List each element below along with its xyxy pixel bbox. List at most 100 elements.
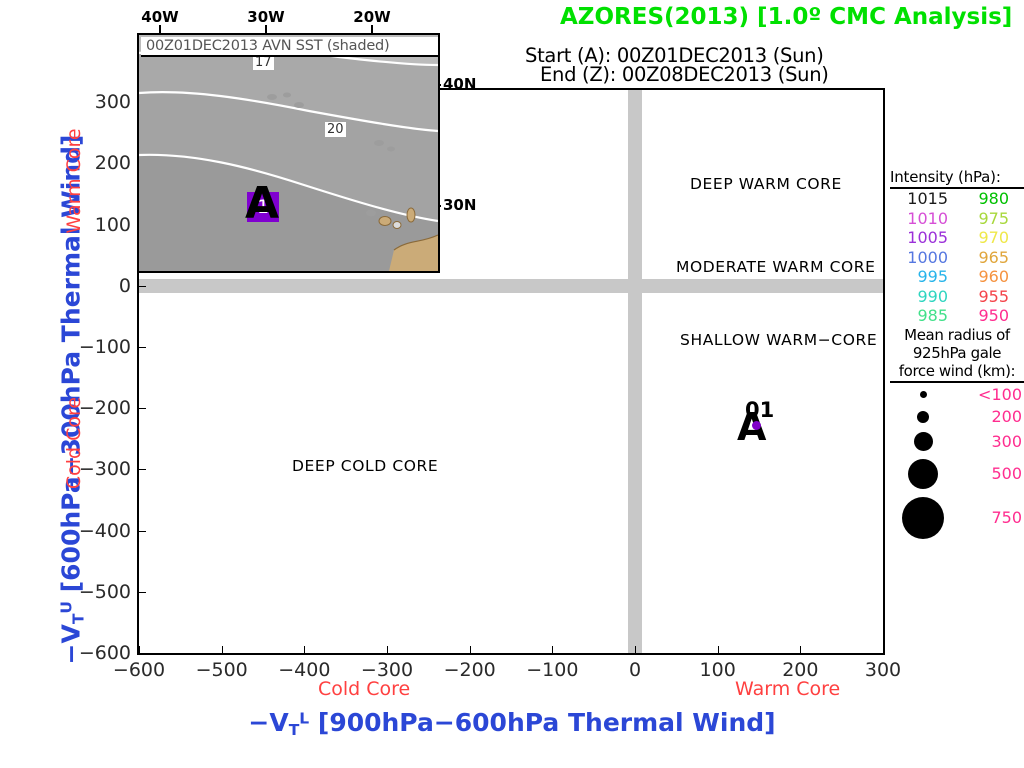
radius-legend-heading: Mean radius of 925hPa gale force wind (k… bbox=[890, 326, 1024, 383]
quadrant-label-1: MODERATE WARM CORE bbox=[676, 258, 876, 276]
radius-dot-cell bbox=[890, 407, 957, 427]
radius-label-300: 300 bbox=[991, 431, 1022, 451]
intensity-row: 985 950 bbox=[890, 306, 1024, 326]
x-tick--200 bbox=[469, 646, 471, 653]
radius-dot-<100 bbox=[919, 391, 927, 398]
intensity-row: 1005 970 bbox=[890, 228, 1024, 248]
x-tick-300 bbox=[883, 646, 884, 653]
radius-row: 200 bbox=[890, 407, 1024, 427]
radius-dot-cell bbox=[890, 494, 957, 542]
lon-tick-40w bbox=[159, 25, 161, 35]
y-tick-0 bbox=[139, 285, 146, 287]
radius-row: 500 bbox=[890, 456, 1024, 492]
intensity-row: 1015 980 bbox=[890, 189, 1024, 209]
radius-label-<100: <100 bbox=[978, 385, 1022, 404]
radius-row: 300 bbox=[890, 429, 1024, 454]
radius-dot-cell bbox=[890, 429, 957, 454]
radius-label-750: 750 bbox=[991, 508, 1022, 527]
intensity-value-960: 960 bbox=[978, 267, 1009, 286]
radius-row: 750 bbox=[890, 494, 1024, 542]
lon-label-20w: 20W bbox=[353, 8, 391, 26]
intensity-row: 990 955 bbox=[890, 286, 1024, 307]
x-axis-cold-core-label: Cold Core bbox=[318, 678, 411, 700]
x-tick-label--100: −100 bbox=[526, 659, 579, 681]
radius-dot-cell bbox=[890, 456, 957, 492]
intensity-value-1015: 1015 bbox=[907, 189, 948, 208]
intensity-value-985: 985 bbox=[917, 306, 948, 325]
zero-x-reference-band bbox=[628, 90, 642, 653]
inset-storm-letter: A bbox=[245, 178, 280, 229]
quadrant-label-0: DEEP WARM CORE bbox=[690, 175, 842, 193]
x-axis-warm-core-label: Warm Core bbox=[735, 678, 841, 700]
contour-label-17: 17 bbox=[253, 55, 274, 70]
radius-dot-750 bbox=[902, 496, 945, 539]
x-tick--500 bbox=[221, 646, 223, 653]
x-tick-label-100: 100 bbox=[699, 659, 736, 681]
x-tick--600 bbox=[139, 646, 140, 653]
lat-label-30n: 30N bbox=[443, 196, 477, 214]
y-tick--600 bbox=[139, 653, 146, 654]
x-tick-label-300: 300 bbox=[864, 659, 902, 681]
x-tick-label-0: 0 bbox=[628, 659, 642, 681]
storm-track-marker-a[interactable]: A 01 bbox=[737, 400, 787, 448]
sst-inset-map: 00Z01DEC2013 AVN SST (shaded) 17 20 1 A bbox=[137, 33, 440, 273]
intensity-value-990: 990 bbox=[917, 286, 948, 306]
intensity-value-980: 980 bbox=[978, 189, 1009, 208]
intensity-value-970: 970 bbox=[978, 228, 1009, 247]
zero-y-reference-band bbox=[139, 278, 883, 293]
x-tick--400 bbox=[304, 646, 306, 653]
radius-heading-line1: Mean radius of bbox=[904, 325, 1010, 344]
intensity-value-965: 965 bbox=[978, 247, 1009, 267]
sst-inset-map-container: 00Z01DEC2013 AVN SST (shaded) 17 20 1 A … bbox=[137, 8, 476, 273]
y-tick--100 bbox=[139, 347, 146, 349]
intensity-value-1010: 1010 bbox=[907, 208, 948, 228]
intensity-value-975: 975 bbox=[978, 208, 1009, 228]
radius-dot-200 bbox=[917, 410, 930, 423]
x-tick-0 bbox=[635, 646, 636, 653]
quadrant-label-3: DEEP COLD CORE bbox=[292, 457, 439, 475]
contour-label-20: 20 bbox=[325, 122, 346, 137]
radius-dot-300 bbox=[913, 431, 933, 451]
sst-shading-svg bbox=[139, 35, 438, 271]
page-title: AZORES(2013) [1.0º CMC Analysis] bbox=[560, 4, 1013, 30]
y-tick--400 bbox=[139, 530, 146, 532]
intensity-value-1000: 1000 bbox=[907, 247, 948, 267]
lat-label-40n: 40N bbox=[443, 75, 477, 93]
intensity-legend-rows: 1015 980 1010 975 1005 970 1000 965 995 960 990 955… bbox=[890, 189, 1024, 326]
intensity-value-1005: 1005 bbox=[907, 228, 948, 247]
radius-label-500: 500 bbox=[991, 464, 1022, 483]
lon-label-40w: 40W bbox=[141, 8, 179, 26]
intensity-legend-heading: Intensity (hPa): bbox=[890, 168, 1024, 189]
radius-row: <100 bbox=[890, 385, 1024, 405]
end-time-label: End (Z): 00Z08DEC2013 (Sun) bbox=[540, 63, 829, 86]
intensity-row: 995 960 bbox=[890, 267, 1024, 287]
lon-label-30w: 30W bbox=[247, 8, 285, 26]
quadrant-label-2: SHALLOW WARM−CORE bbox=[680, 331, 878, 349]
marker-number: 01 bbox=[745, 398, 775, 422]
intensity-row: 1000 965 bbox=[890, 247, 1024, 268]
intensity-value-995: 995 bbox=[917, 267, 948, 286]
legend-panel: Intensity (hPa): 1015 980 1010 975 1005 970 10… bbox=[890, 168, 1024, 542]
y-tick--500 bbox=[139, 591, 146, 593]
y-tick--200 bbox=[139, 408, 146, 410]
y-tick--300 bbox=[139, 469, 146, 471]
radius-label-200: 200 bbox=[991, 407, 1022, 426]
x-tick--300 bbox=[387, 646, 388, 653]
x-axis-title: −VTL [900hPa−600hPa Thermal Wind] bbox=[248, 708, 776, 740]
radius-dot-cell bbox=[890, 385, 957, 405]
radius-dot-500 bbox=[908, 458, 939, 489]
x-tick-label--500: −500 bbox=[195, 659, 248, 681]
radius-legend-rows: <100 200 300 500 750 bbox=[890, 385, 1024, 542]
lon-tick-20w bbox=[371, 25, 373, 35]
x-tick-100 bbox=[717, 646, 719, 653]
lon-tick-30w bbox=[265, 25, 267, 35]
x-tick-label--200: −200 bbox=[443, 659, 496, 681]
intensity-row: 1010 975 bbox=[890, 208, 1024, 229]
y-axis-warm-core-label: Warm Core bbox=[63, 128, 85, 234]
x-tick--100 bbox=[552, 646, 554, 653]
x-tick-200 bbox=[800, 646, 802, 653]
sst-inset-banner: 00Z01DEC2013 AVN SST (shaded) bbox=[141, 37, 438, 57]
marker-intensity-dot bbox=[752, 421, 761, 430]
intensity-value-950: 950 bbox=[978, 306, 1009, 325]
y-axis-cold-core-label: Cold Core bbox=[63, 396, 85, 490]
